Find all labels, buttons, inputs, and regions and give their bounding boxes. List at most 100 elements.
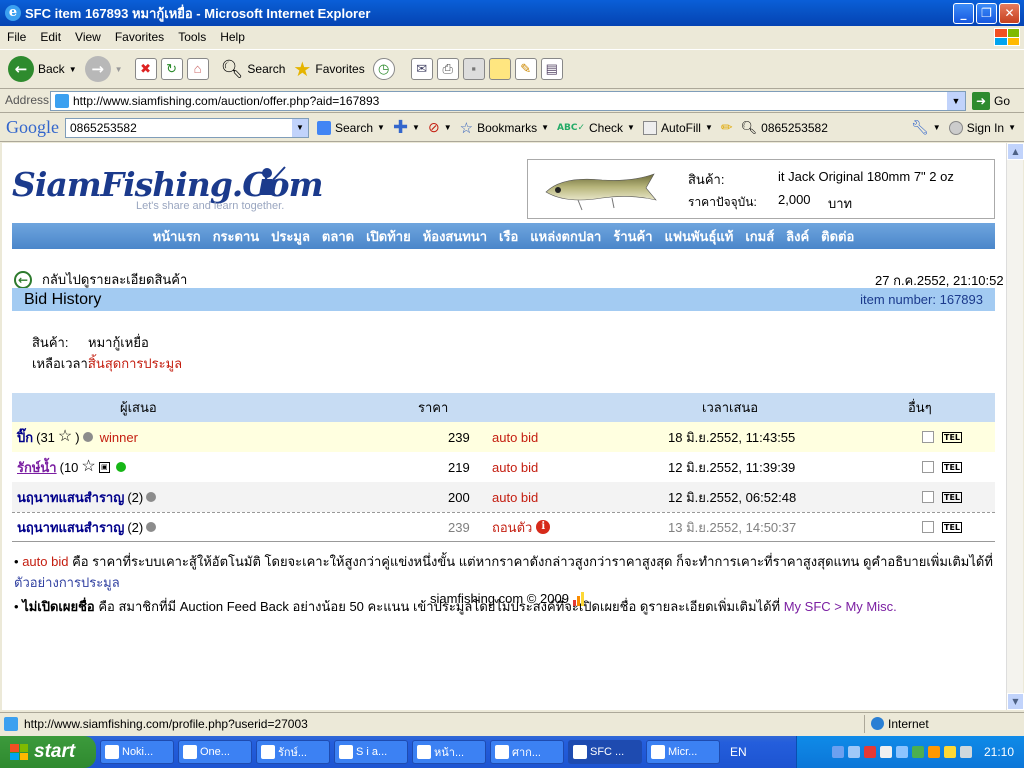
print-icon[interactable]: ⎙ (436, 58, 459, 80)
go-button[interactable]: ➜ Go (972, 92, 1010, 110)
nav-boat[interactable]: เรือ (499, 226, 518, 247)
nav-shops[interactable]: ร้านค้า (613, 226, 652, 247)
scroll-up-icon[interactable]: ▲ (1007, 143, 1024, 160)
bidder-name[interactable]: นฤนาทแสนสำราญ (17, 517, 124, 538)
item-number: item number: 167893 (860, 292, 983, 307)
auction-example-link[interactable]: ตัวอย่างการประมูล (14, 575, 120, 590)
favorites-button[interactable]: ★ Favorites (293, 57, 364, 82)
taskbar-item[interactable]: หน้า... (412, 740, 486, 764)
menu-tools[interactable]: Tools (171, 30, 213, 44)
settings-button[interactable]: 🔧︎ ▼ (911, 119, 941, 136)
tray-icon[interactable] (847, 746, 860, 758)
my-sfc-link[interactable]: My SFC > My Misc. (784, 599, 897, 614)
tel-icon[interactable]: TEL (942, 461, 963, 473)
nav-board[interactable]: กระดาน (213, 226, 259, 247)
task-label: Noki... (122, 746, 154, 758)
clock[interactable]: 21:10 (984, 745, 1014, 759)
nav-home[interactable]: หน้าแรก (153, 226, 201, 247)
bidder-name[interactable]: ปิ๊ก (17, 427, 33, 448)
row-checkbox[interactable] (922, 461, 934, 473)
edit-icon[interactable]: ▪ (462, 58, 485, 80)
phone-search-button[interactable]: 🔍︎ 0865253582 (741, 120, 828, 136)
tray-icon[interactable] (831, 746, 844, 758)
google-search-button[interactable]: Search ▼ (317, 120, 385, 135)
nav-auction[interactable]: ประมูล (271, 226, 310, 247)
price-label: ราคาปัจจุบัน: (688, 195, 757, 209)
spellcheck-button[interactable]: ABC✓ Check ▼ (557, 121, 635, 135)
nav-games[interactable]: เกมส์ (745, 226, 774, 247)
ie-icon: e (5, 5, 21, 21)
tray-icon[interactable] (943, 746, 956, 758)
nav-spots[interactable]: แหล่งตกปลา (530, 226, 601, 247)
menu-edit[interactable]: Edit (33, 30, 68, 44)
note-icon[interactable] (488, 58, 511, 80)
forward-button[interactable]: → ▼ (84, 56, 123, 82)
row-checkbox[interactable] (922, 431, 934, 443)
nav-market[interactable]: ตลาด (322, 226, 354, 247)
row-checkbox[interactable] (922, 521, 934, 533)
bidder-name[interactable]: นฤนาทแสนสำราญ (17, 487, 124, 508)
nav-trunk[interactable]: เปิดท้าย (366, 226, 411, 247)
status-dot-icon (146, 492, 157, 502)
menu-favorites[interactable]: Favorites (108, 30, 171, 44)
tel-icon[interactable]: TEL (942, 491, 963, 503)
tray-icon[interactable] (895, 746, 908, 758)
highlight-button[interactable]: ✏ (721, 119, 733, 136)
nav-chat[interactable]: ห้องสนทนา (423, 226, 487, 247)
messenger-icon[interactable]: ✎ (514, 58, 537, 80)
row-checkbox[interactable] (922, 491, 934, 503)
nav-contact[interactable]: ติดต่อ (821, 226, 854, 247)
taskbar-item[interactable]: S i a... (334, 740, 408, 764)
price-value: 2,000 (778, 192, 811, 207)
tray-icon[interactable] (863, 746, 876, 758)
taskbar-item[interactable]: Noki... (100, 740, 174, 764)
stats-counter-icon[interactable] (572, 591, 584, 606)
tray-icon[interactable] (959, 746, 972, 758)
menu-help[interactable]: Help (213, 30, 252, 44)
search-button[interactable]: 🔍︎ Search (221, 59, 286, 80)
history-icon[interactable]: ◷ (372, 58, 395, 80)
taskbar-item[interactable]: รักษ์... (256, 740, 330, 764)
lure-image[interactable] (542, 166, 660, 212)
address-dropdown-icon[interactable]: ▼ (947, 92, 965, 110)
vertical-scrollbar[interactable]: ▲ ▼ (1006, 143, 1024, 710)
nav-fans[interactable]: แฟนพันธุ์แท้ (665, 226, 734, 247)
taskbar-item[interactable]: One... (178, 740, 252, 764)
spellcheck-icon: ABC✓ (557, 122, 586, 133)
taskbar-item-active[interactable]: SFC ... (568, 740, 642, 764)
tray-icon[interactable] (879, 746, 892, 758)
back-button[interactable]: ← Back ▼ (8, 56, 77, 82)
back-to-item-link[interactable]: ← กลับไปดูรายละเอียดสินค้า (14, 269, 187, 290)
tray-icon[interactable] (927, 746, 940, 758)
mail-icon[interactable]: ✉ (410, 58, 433, 80)
tel-icon[interactable]: TEL (942, 521, 963, 533)
bidder-name[interactable]: รักษ์น้ำ (17, 457, 57, 478)
tel-icon[interactable]: TEL (942, 431, 963, 443)
maximize-button[interactable]: ❐ (976, 2, 997, 24)
menu-file[interactable]: File (0, 30, 33, 44)
stop-icon[interactable]: ✖ (134, 58, 157, 80)
sign-in-button[interactable]: Sign In ▼ (948, 120, 1016, 135)
bookmarks-button[interactable]: ☆ Bookmarks ▼ (460, 119, 549, 137)
taskbar-item[interactable]: Micr... (646, 740, 720, 764)
google-dropdown-icon[interactable]: ▼ (292, 118, 308, 137)
taskbar-item[interactable]: ศาก... (490, 740, 564, 764)
nav-links[interactable]: ลิงค์ (786, 226, 809, 247)
menu-view[interactable]: View (68, 30, 108, 44)
sign-in-icon (948, 120, 963, 135)
home-icon[interactable]: ⌂ (186, 58, 209, 80)
close-button[interactable]: ✕ (999, 2, 1020, 24)
popup-blocker-button[interactable]: ⊘ ▼ (428, 119, 452, 136)
refresh-icon[interactable]: ↻ (160, 58, 183, 80)
tray-icon[interactable] (911, 746, 924, 758)
info-icon[interactable]: i (536, 520, 551, 534)
google-search-input[interactable]: 0865253582 ▼ (65, 117, 309, 138)
autofill-button[interactable]: AutoFill ▼ (642, 120, 713, 135)
start-button[interactable]: start (0, 736, 96, 768)
minimize-button[interactable]: _ (953, 2, 974, 24)
language-indicator[interactable]: EN (730, 745, 747, 759)
address-field[interactable]: http://www.siamfishing.com/auction/offer… (50, 91, 966, 111)
add-button[interactable]: ✚ ▼ (393, 117, 420, 138)
scroll-down-icon[interactable]: ▼ (1007, 693, 1024, 710)
research-icon[interactable]: ▤ (540, 58, 563, 80)
